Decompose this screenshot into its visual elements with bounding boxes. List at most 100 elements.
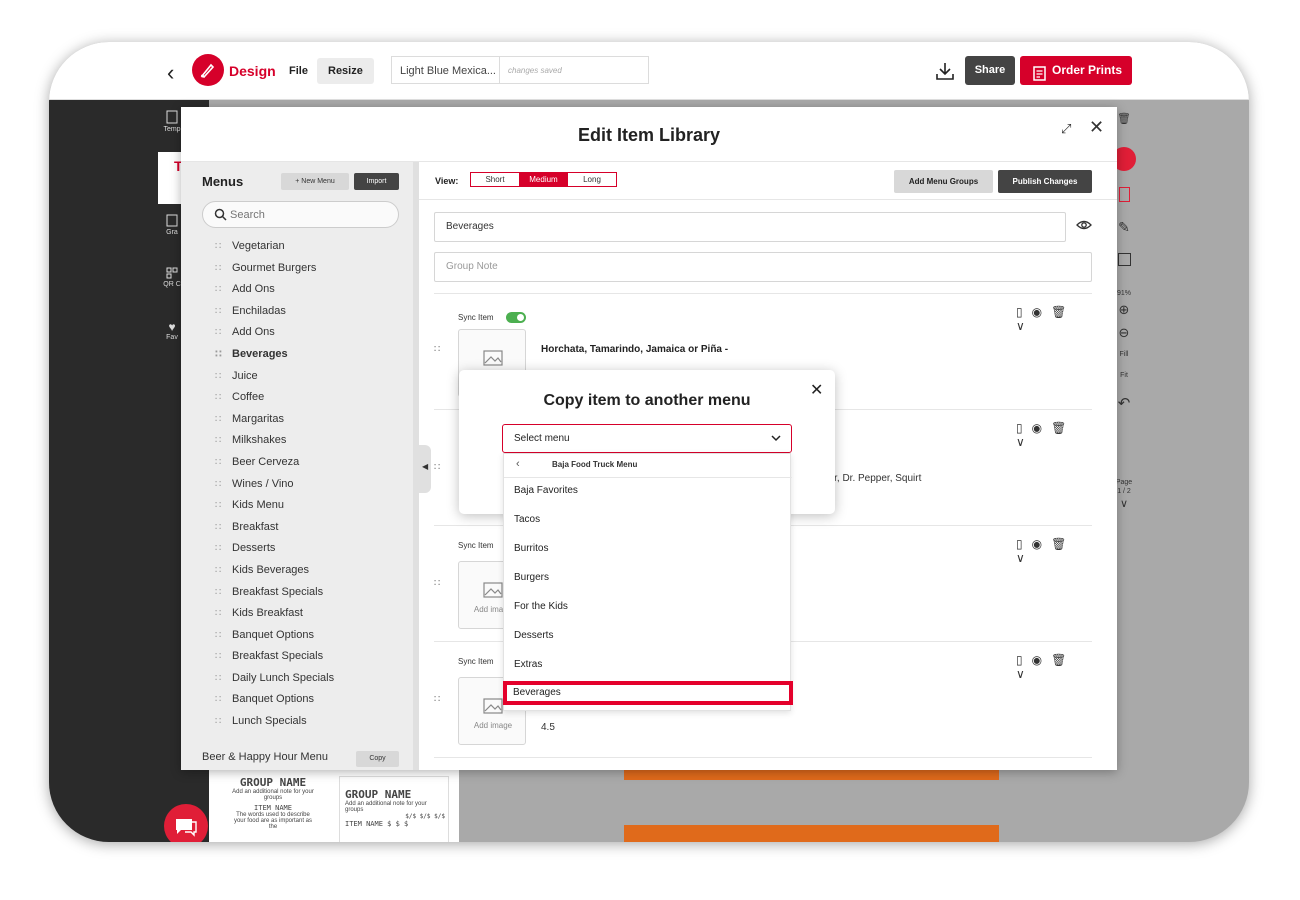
drag-handle-icon[interactable]: ∷ xyxy=(215,625,221,647)
menu-list-item[interactable]: ∷ Beverages xyxy=(181,344,413,366)
menu-list-item[interactable]: ∷ Coffee xyxy=(181,387,413,409)
drag-handle-icon[interactable]: ∷ xyxy=(434,578,440,589)
item-actions[interactable]: ▯◉🗑∨ xyxy=(1016,653,1092,681)
menu-list-item[interactable]: ∷ Kids Breakfast xyxy=(181,603,413,625)
drag-handle-icon[interactable]: ∷ xyxy=(215,387,221,409)
search-input[interactable] xyxy=(230,207,390,223)
drag-handle-icon[interactable]: ∷ xyxy=(215,409,221,431)
sync-toggle[interactable] xyxy=(506,312,526,323)
drag-handle-icon[interactable]: ∷ xyxy=(215,538,221,560)
app-name[interactable]: Design xyxy=(229,63,276,79)
menu-list-item[interactable]: ∷ Enchiladas xyxy=(181,301,413,323)
menu-list-item-label: Breakfast xyxy=(232,520,279,533)
item-description[interactable]: eer, Dr. Pepper, Squirt xyxy=(823,473,921,484)
chat-button[interactable] xyxy=(164,804,208,842)
menu-option[interactable]: Burritos xyxy=(504,537,792,561)
item-price[interactable]: 4.5 xyxy=(541,722,555,733)
view-short-button[interactable]: Short xyxy=(470,172,520,187)
drag-handle-icon[interactable]: ∷ xyxy=(215,603,221,625)
menu-option[interactable]: Baja Favorites xyxy=(504,479,792,503)
menu-list-item[interactable]: ∷ Gourmet Burgers xyxy=(181,258,413,280)
menu-list-item-label: Add Ons xyxy=(232,326,275,339)
group-name-field[interactable]: Beverages xyxy=(434,212,1066,242)
drag-handle-icon[interactable]: ∷ xyxy=(434,462,440,473)
menu-list-item[interactable]: ∷ Daily Lunch Specials xyxy=(181,668,413,690)
copy-menu-button[interactable]: Copy xyxy=(356,751,399,767)
menu-list-item[interactable]: ∷ Juice xyxy=(181,366,413,388)
share-button[interactable]: Share xyxy=(965,56,1015,85)
drag-handle-icon[interactable]: ∷ xyxy=(215,366,221,388)
menu-option[interactable]: For the Kids xyxy=(504,595,792,619)
drag-handle-icon[interactable]: ∷ xyxy=(215,452,221,474)
menu-list-item[interactable]: ∷ Banquet Options xyxy=(181,625,413,647)
menu-option[interactable]: Extras xyxy=(504,653,792,677)
document-title[interactable]: Light Blue Mexica... xyxy=(391,56,499,84)
menu-list-item-label: Breakfast Specials xyxy=(232,585,324,598)
menu-list-item[interactable]: ∷ Desserts xyxy=(181,538,413,560)
drag-handle-icon[interactable]: ∷ xyxy=(215,517,221,539)
drag-handle-icon[interactable]: ∷ xyxy=(215,236,221,258)
drag-handle-icon[interactable]: ∷ xyxy=(215,582,221,604)
new-menu-button[interactable]: + New Menu xyxy=(281,173,349,190)
beer-menu-title[interactable]: Beer & Happy Hour Menu xyxy=(202,751,328,763)
import-button[interactable]: Import xyxy=(354,173,399,190)
drag-handle-icon[interactable]: ∷ xyxy=(215,430,221,452)
menu-list-item[interactable]: ∷ Lunch Specials xyxy=(181,711,413,733)
drag-handle-icon[interactable]: ∷ xyxy=(215,279,221,301)
item-actions[interactable]: ▯◉🗑∨ xyxy=(1016,421,1092,449)
drag-handle-icon[interactable]: ∷ xyxy=(215,560,221,582)
close-icon[interactable]: ✕ xyxy=(1089,117,1104,138)
menu-list-item[interactable]: ∷ Add Ons xyxy=(181,322,413,344)
resize-button[interactable]: Resize xyxy=(317,58,374,84)
view-medium-button[interactable]: Medium xyxy=(519,172,568,187)
drag-handle-icon[interactable]: ∷ xyxy=(215,474,221,496)
menu-list-item[interactable]: ∷ Breakfast xyxy=(181,517,413,539)
file-menu-button[interactable]: File xyxy=(281,58,316,84)
download-icon[interactable] xyxy=(931,58,959,84)
brush-logo-icon[interactable] xyxy=(192,54,224,86)
menu-list-item-label: Enchiladas xyxy=(232,304,286,317)
close-icon[interactable]: ✕ xyxy=(810,380,823,400)
drag-handle-icon[interactable]: ∷ xyxy=(215,495,221,517)
menu-list-item[interactable]: ∷ Breakfast Specials xyxy=(181,582,413,604)
drag-handle-icon[interactable]: ∷ xyxy=(215,344,222,366)
item-name[interactable]: Horchata, Tamarindo, Jamaica or Piña - xyxy=(541,344,728,355)
drag-handle-icon[interactable]: ∷ xyxy=(215,711,221,733)
menu-list-item[interactable]: ∷ Wines / Vino xyxy=(181,474,413,496)
back-chevron-icon[interactable]: ‹ xyxy=(167,60,174,86)
menu-option[interactable]: Burgers xyxy=(504,566,792,590)
drag-handle-icon[interactable]: ∷ xyxy=(215,301,221,323)
order-prints-button[interactable]: Order Prints xyxy=(1020,56,1132,85)
menu-list-item[interactable]: ∷ Beer Cerveza xyxy=(181,452,413,474)
drag-handle-icon[interactable]: ∷ xyxy=(434,344,440,355)
select-menu-dropdown[interactable]: Select menu xyxy=(502,424,792,453)
collapse-panel-tab[interactable]: ◀ xyxy=(419,445,431,493)
menu-search[interactable] xyxy=(202,201,399,228)
view-long-button[interactable]: Long xyxy=(567,172,617,187)
drag-handle-icon[interactable]: ∷ xyxy=(215,258,221,280)
back-chevron-icon[interactable]: ‹ xyxy=(516,458,520,470)
menu-list-item[interactable]: ∷ Add Ons xyxy=(181,279,413,301)
group-note-field[interactable]: Group Note xyxy=(434,252,1092,282)
expand-icon[interactable]: ⤢ xyxy=(1061,121,1071,137)
menu-list-item[interactable]: ∷ Vegetarian xyxy=(181,236,413,258)
item-actions[interactable]: ▯◉🗑∨ xyxy=(1016,537,1092,565)
add-menu-groups-button[interactable]: Add Menu Groups xyxy=(894,170,993,193)
drag-handle-icon[interactable]: ∷ xyxy=(215,668,221,690)
menu-list-item[interactable]: ∷ Milkshakes xyxy=(181,430,413,452)
menu-list-item[interactable]: ∷ Kids Menu xyxy=(181,495,413,517)
drag-handle-icon[interactable]: ∷ xyxy=(215,689,221,711)
menu-list-item[interactable]: ∷ Margaritas xyxy=(181,409,413,431)
drag-handle-icon[interactable]: ∷ xyxy=(434,694,440,705)
menu-option[interactable]: Tacos xyxy=(504,508,792,532)
eye-icon[interactable] xyxy=(1076,219,1092,231)
menu-list-item[interactable]: ∷ Banquet Options xyxy=(181,689,413,711)
publish-changes-button[interactable]: Publish Changes xyxy=(998,170,1092,193)
drag-handle-icon[interactable]: ∷ xyxy=(215,322,221,344)
drag-handle-icon[interactable]: ∷ xyxy=(215,646,221,668)
menu-list-item[interactable]: ∷ Kids Beverages xyxy=(181,560,413,582)
item-actions[interactable]: ▯◉🗑∨ xyxy=(1016,305,1092,333)
menu-option[interactable]: Desserts xyxy=(504,624,792,648)
menu-list-item[interactable]: ∷ Breakfast Specials xyxy=(181,646,413,668)
menu-option-beverages-highlighted[interactable]: Beverages xyxy=(503,681,793,705)
